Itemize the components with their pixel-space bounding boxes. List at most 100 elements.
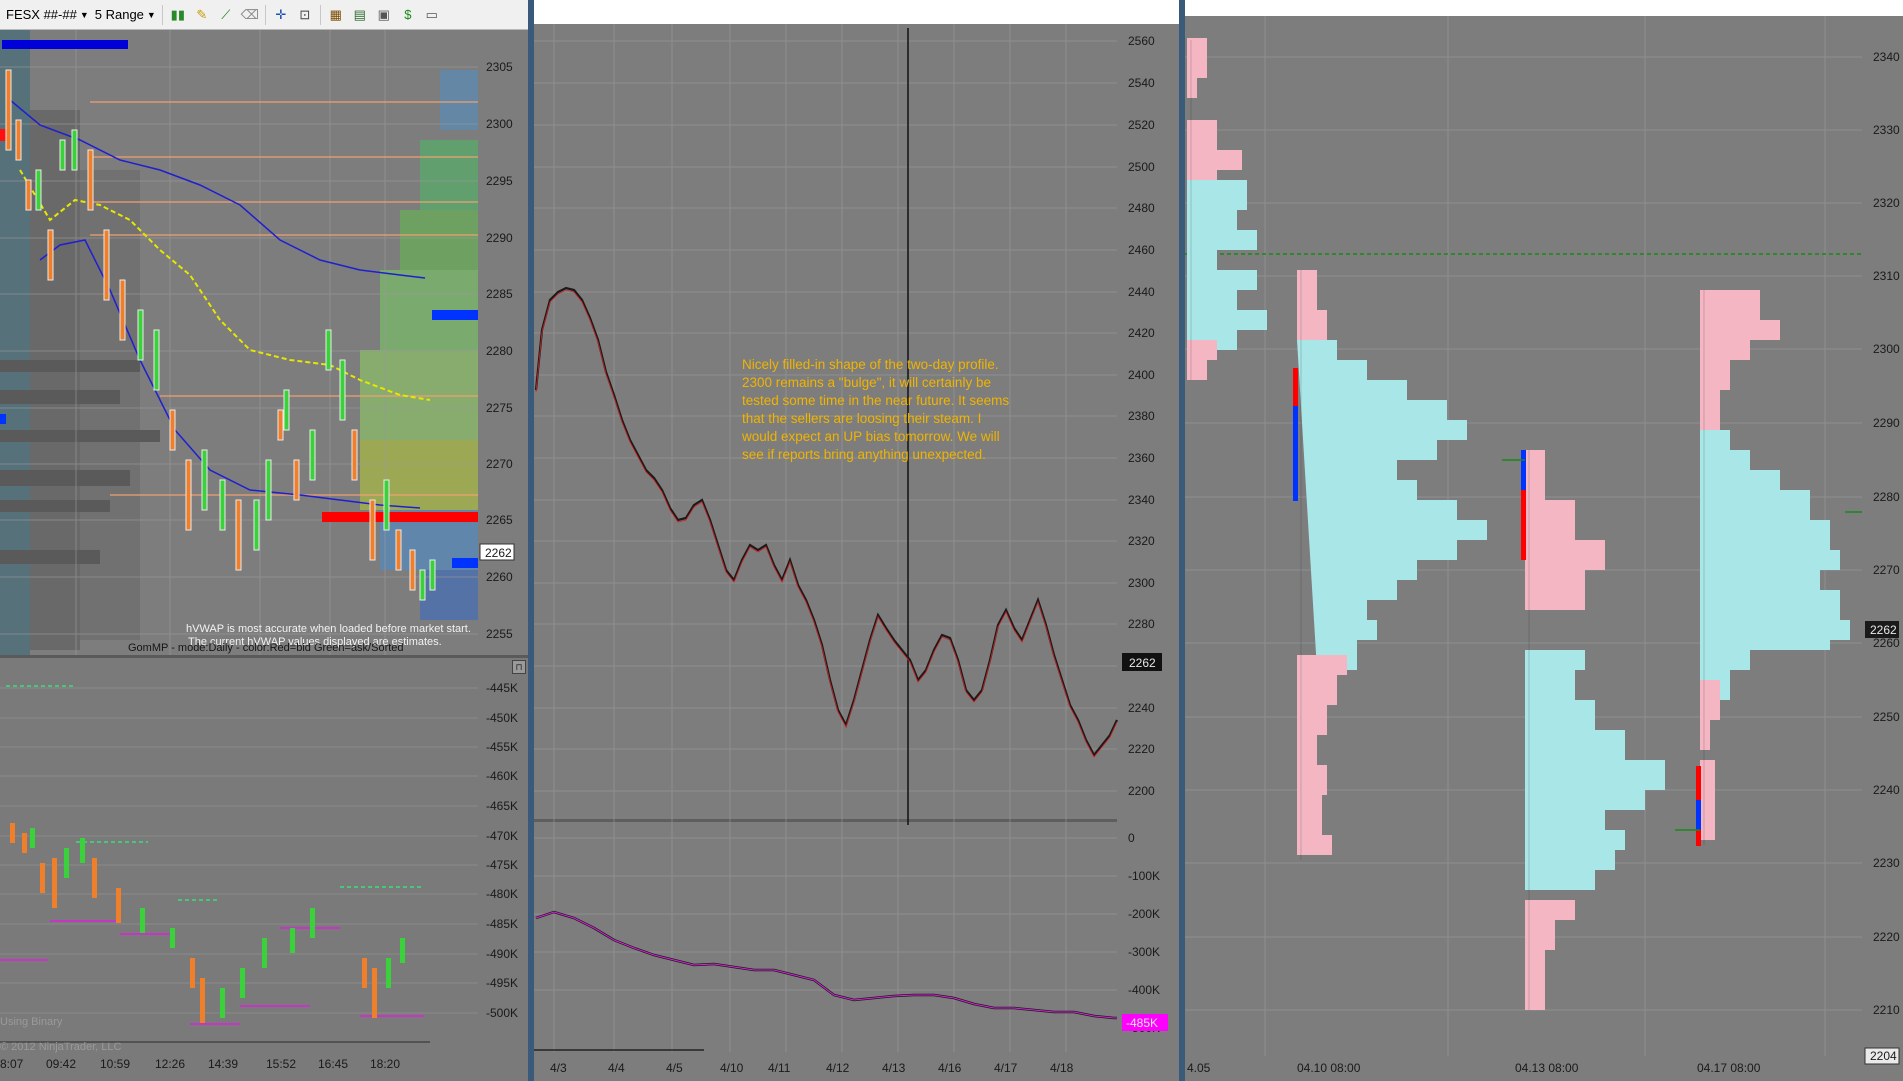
- date-tick: 4/4: [608, 1061, 625, 1075]
- chart-toolbar: FESX ##-## ▼ 5 Range ▼ ▮▮ ✎ ⟋ ⌫ ✛ ⊡ ▦ ▤ …: [0, 0, 528, 30]
- blue-level-marker: [432, 310, 478, 320]
- date-tick: 4.05: [1187, 1061, 1211, 1075]
- price-tick: 2305: [486, 60, 513, 74]
- time-tick: 14:39: [208, 1057, 238, 1071]
- price-tick: 2290: [486, 231, 513, 245]
- chevron-down-icon: ▼: [146, 9, 156, 20]
- price-tick: 2340: [1128, 493, 1155, 507]
- annotation-line: see if reports bring anything unexpected…: [742, 447, 986, 462]
- date-tick: 4/16: [938, 1061, 962, 1075]
- instrument-selector[interactable]: FESX ##-## ▼: [6, 7, 89, 22]
- price-tick: 2255: [486, 627, 513, 641]
- price-tick: 2265: [486, 513, 513, 527]
- zoom-icon[interactable]: ⊡: [296, 6, 314, 24]
- right-chart-window: 2340 2330 2320 2310 2300 2290 2280 2270 …: [1185, 0, 1903, 1081]
- price-tick: 2320: [1128, 534, 1155, 548]
- time-axis[interactable]: 8:07 09:42 10:59 12:26 14:39 15:52 16:45…: [0, 1057, 400, 1071]
- date-tick: 4/12: [826, 1061, 850, 1075]
- toolbar-divider: [264, 4, 266, 25]
- properties-icon[interactable]: ▣: [375, 6, 393, 24]
- price-tick: 2230: [1873, 856, 1900, 870]
- data-box-icon[interactable]: ▦: [327, 6, 345, 24]
- price-tick: 2260: [1873, 636, 1900, 650]
- delta-tick: -300K: [1128, 945, 1160, 959]
- price-tick: 2240: [1873, 783, 1900, 797]
- date-tick: 4/11: [768, 1061, 791, 1075]
- price-tick: 2250: [1873, 710, 1900, 724]
- delta-tick: -500K: [486, 1006, 518, 1020]
- interval-selector[interactable]: 5 Range ▼: [95, 7, 156, 22]
- delta-last-label: -485K: [1126, 1016, 1158, 1030]
- draw-pencil-icon[interactable]: ✎: [193, 6, 211, 24]
- bottom-price-label: 2204: [1870, 1049, 1897, 1063]
- hvwap-note-line1: hVWAP is most accurate when loaded befor…: [186, 623, 471, 635]
- price-tick: 2260: [486, 570, 513, 584]
- delta-tick: -460K: [486, 769, 518, 783]
- price-tick: 2275: [486, 401, 513, 415]
- date-tick: 4/17: [994, 1061, 1018, 1075]
- delta-tick: -490K: [486, 947, 518, 961]
- time-tick: 16:45: [318, 1057, 348, 1071]
- price-tick: 2280: [1128, 617, 1155, 631]
- bar-style-icon[interactable]: ▮▮: [169, 6, 187, 24]
- eraser-icon[interactable]: ⌫: [241, 6, 259, 24]
- price-tick: 2240: [1128, 701, 1155, 715]
- price-tick: 2220: [1128, 742, 1155, 756]
- delta-tick: -495K: [486, 976, 518, 990]
- price-tick: 2280: [1873, 490, 1900, 504]
- price-tick: 2270: [1873, 563, 1900, 577]
- date-tick: 04.10 08:00: [1297, 1061, 1361, 1075]
- indicators-icon[interactable]: ▤: [351, 6, 369, 24]
- price-tick: 2300: [1873, 342, 1900, 356]
- price-tick: 2300: [1128, 576, 1155, 590]
- price-tick: 2280: [486, 344, 513, 358]
- strategy-icon[interactable]: $: [399, 6, 417, 24]
- output-icon[interactable]: ▭: [423, 6, 441, 24]
- time-tick: 12:26: [155, 1057, 185, 1071]
- annotation-line: tested some time in the near future. It …: [742, 393, 1010, 408]
- delta-tick: 0: [1128, 831, 1135, 845]
- marker-icon[interactable]: ⟋: [217, 6, 235, 24]
- date-tick: 4/13: [882, 1061, 906, 1075]
- price-tick: 2440: [1128, 285, 1155, 299]
- annotation-line: would expect an UP bias tomorrow. We wil…: [742, 429, 1000, 444]
- price-tick: 2380: [1128, 409, 1155, 423]
- left-delta-chart[interactable]: -445K -450K -455K -460K -465K -470K -475…: [0, 658, 528, 1078]
- price-tick: 2300: [486, 117, 513, 131]
- delta-tick: -480K: [486, 887, 518, 901]
- annotation-line: Nicely filled-in shape of the two-day pr…: [742, 357, 999, 372]
- date-tick: 04.17 08:00: [1697, 1061, 1761, 1075]
- date-tick: 4/5: [666, 1061, 683, 1075]
- delta-tick: -200K: [1128, 907, 1160, 921]
- market-profile-chart[interactable]: 2340 2330 2320 2310 2300 2290 2280 2270 …: [1185, 0, 1903, 1081]
- chevron-down-icon: ▼: [79, 9, 89, 20]
- price-tick: 2340: [1873, 50, 1900, 64]
- blue-level-marker: [0, 414, 6, 424]
- annotation-line: that the sellers are loosing their steam…: [742, 411, 982, 426]
- instrument-label: FESX ##-##: [6, 7, 77, 22]
- time-tick: 09:42: [46, 1057, 76, 1071]
- blue-level-marker: [2, 40, 128, 49]
- price-tick: 2480: [1128, 201, 1155, 215]
- price-tick: 2290: [1873, 416, 1900, 430]
- price-tick: 2210: [1873, 1003, 1900, 1017]
- price-tick: 2320: [1873, 196, 1900, 210]
- price-tick: 2360: [1128, 451, 1155, 465]
- price-tick: 2500: [1128, 160, 1155, 174]
- delta-axis[interactable]: -445K -450K -455K -460K -465K -470K -475…: [486, 681, 518, 1020]
- date-tick: 4/3: [550, 1061, 567, 1075]
- middle-price-chart[interactable]: 2560 2540 2520 2500 2480 2460 2440 2420 …: [534, 0, 1179, 1081]
- price-tick: 2420: [1128, 326, 1155, 340]
- last-price-label: 2262: [485, 546, 512, 560]
- crosshair-icon[interactable]: ✛: [272, 6, 290, 24]
- price-tick: 2400: [1128, 368, 1155, 382]
- time-tick: 10:59: [100, 1057, 130, 1071]
- price-tick: 2330: [1873, 123, 1900, 137]
- date-tick: 4/18: [1050, 1061, 1074, 1075]
- price-tick: 2460: [1128, 243, 1155, 257]
- delta-tick: -455K: [486, 740, 518, 754]
- gommp-status-line: GomMP - mode:Daily - color:Red=bid Green…: [128, 642, 404, 654]
- delta-tick: -445K: [486, 681, 518, 695]
- last-price-label: 2262: [1129, 656, 1156, 670]
- price-tick: 2220: [1873, 930, 1900, 944]
